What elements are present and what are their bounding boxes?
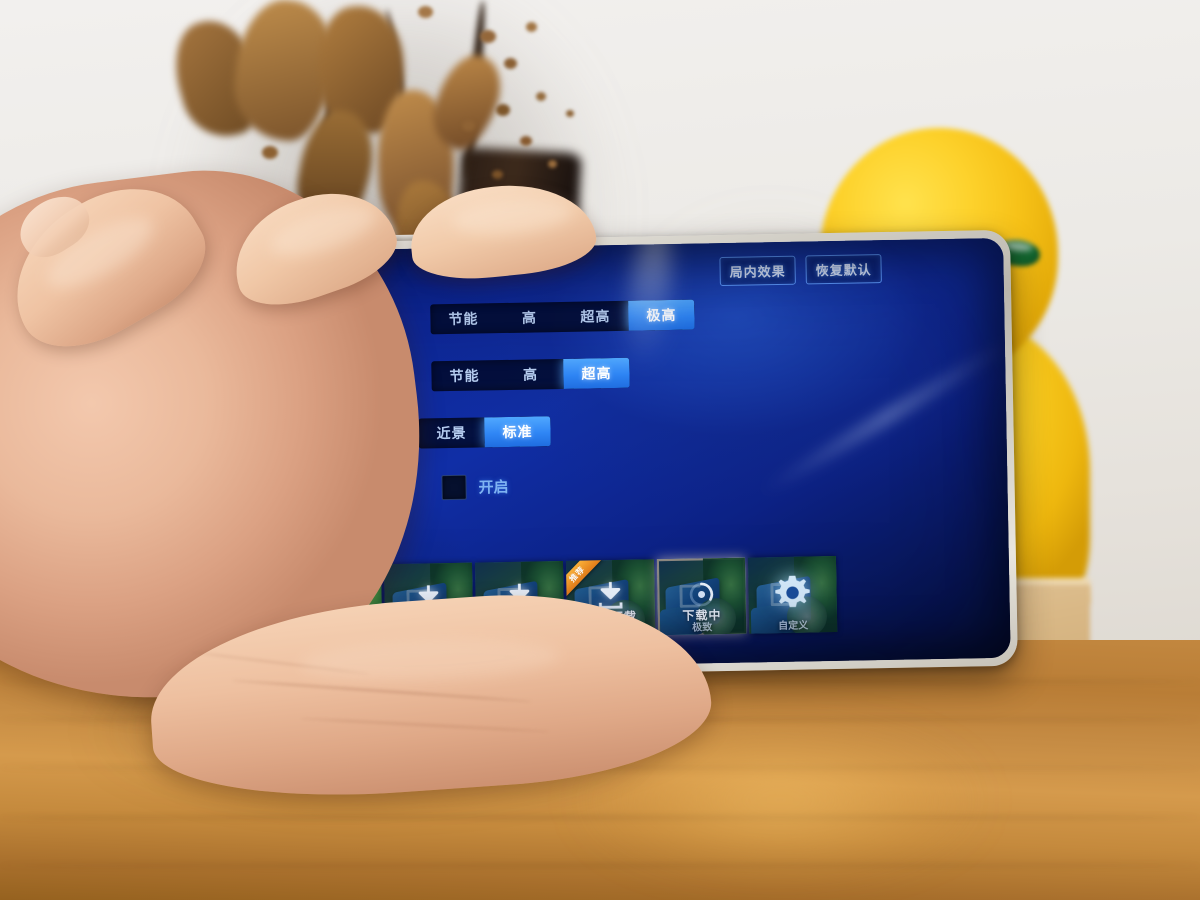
- phone-device: 设置 局内效果 恢复默认 基础 图像 战斗 操作 新 布局 声音 录像 功能/隐…: [104, 229, 1018, 683]
- tile-label: 极致: [692, 622, 713, 634]
- resolution-option-ultra[interactable]: 超高: [563, 357, 630, 389]
- svg-text:?: ?: [357, 485, 363, 494]
- quality-tiles-row: 流畅 置顶下载 均衡 置顶下载 高清 推荐 置顶下载 超清 下载中 极致 自定义: [292, 553, 986, 642]
- download-icon: [598, 581, 623, 609]
- camera-height-option-standard[interactable]: 标准: [484, 416, 551, 448]
- sidebar-item-basic[interactable]: 基础: [130, 310, 241, 355]
- quality-tile-extreme[interactable]: 下载中 极致: [656, 557, 747, 636]
- quality-tile-smooth[interactable]: 流畅: [292, 564, 383, 642]
- sidebar-item-label: 布局: [170, 496, 208, 517]
- sidebar-item-features-privacy[interactable]: 功能/隐私 新: [136, 604, 247, 656]
- settings-content: 帧率 节能 高 超高 极高 分辨率 节能 高 超高 相机高度 近景 标准 抗锯齿…: [288, 294, 986, 665]
- sidebar-item-graphics[interactable]: 图像: [131, 352, 242, 398]
- sidebar-item-label: 战斗: [169, 410, 206, 431]
- framerate-segmented-control: 节能 高 超高 极高: [430, 299, 695, 335]
- phone-screen[interactable]: 设置 局内效果 恢复默认 基础 图像 战斗 操作 新 布局 声音 录像 功能/隐…: [111, 237, 1011, 675]
- new-badge: 新: [214, 434, 243, 464]
- framerate-option-high[interactable]: 高: [496, 302, 563, 333]
- download-icon: [417, 585, 441, 613]
- in-game-effects-button[interactable]: 局内效果: [719, 255, 796, 287]
- sidebar-item-label: 功能/隐私: [156, 625, 226, 644]
- sidebar-item-combat[interactable]: 战斗: [132, 396, 243, 441]
- tile-label: 超清: [601, 623, 622, 636]
- quality-tile-balanced[interactable]: 置顶下载 均衡: [383, 562, 474, 641]
- spinner-icon: [689, 582, 714, 607]
- sidebar-item-label: 录像: [172, 582, 209, 603]
- resolution-option-eco[interactable]: 节能: [431, 360, 498, 391]
- camera-height-segmented-control: 近景 标准: [418, 416, 551, 449]
- gear-icon: [775, 575, 810, 608]
- setting-label: 帧率: [288, 315, 323, 333]
- ui-header: 设置: [164, 267, 267, 299]
- setting-row-antialiasing: 抗锯齿 ? 开启: [291, 465, 983, 503]
- framerate-option-extreme[interactable]: 极高: [628, 299, 695, 331]
- setting-label: 相机高度: [290, 428, 359, 447]
- framerate-option-ultra[interactable]: 超高: [562, 301, 629, 332]
- antialiasing-checkbox-label: 开启: [478, 478, 509, 497]
- quality-tile-hd[interactable]: 置顶下载 高清: [474, 560, 565, 639]
- setting-label-text: 抗锯齿: [291, 483, 343, 502]
- antialiasing-toggle-group: 开启: [441, 474, 509, 501]
- tile-label: 自定义: [778, 620, 809, 633]
- tile-label: 均衡: [419, 627, 440, 639]
- antialiasing-checkbox[interactable]: [441, 474, 467, 501]
- game-settings-ui: 设置 局内效果 恢复默认 基础 图像 战斗 操作 新 布局 声音 录像 功能/隐…: [111, 238, 1011, 674]
- top-action-buttons: 局内效果 恢复默认: [719, 254, 882, 287]
- framerate-option-eco[interactable]: 节能: [430, 303, 497, 334]
- setting-label: 抗锯齿 ?: [291, 476, 409, 502]
- quality-section-title: 画面总质量: [292, 538, 373, 557]
- sidebar-item-sound[interactable]: 声音: [134, 525, 245, 570]
- camera-height-option-close[interactable]: 近景: [418, 417, 485, 448]
- question-mark-icon[interactable]: ?: [351, 481, 368, 498]
- setting-label: 分辨率: [289, 372, 341, 390]
- photo-scene: 设置 局内效果 恢复默认 基础 图像 战斗 操作 新 布局 声音 录像 功能/隐…: [0, 0, 1200, 900]
- resolution-option-high[interactable]: 高: [497, 359, 564, 390]
- setting-row-resolution: 分辨率 节能 高 超高: [289, 351, 981, 394]
- setting-row-camera-height: 相机高度 近景 标准: [290, 408, 982, 451]
- tile-label: 流畅: [328, 628, 349, 641]
- restore-defaults-button[interactable]: 恢复默认: [805, 254, 882, 285]
- setting-row-framerate: 帧率 节能 高 超高 极高: [288, 294, 980, 337]
- sidebar-item-label: 操作: [169, 453, 207, 474]
- page-title: 设置: [223, 273, 267, 296]
- back-arrow-icon[interactable]: [164, 269, 205, 300]
- download-icon: [507, 583, 532, 611]
- tile-label: 高清: [510, 625, 531, 637]
- resolution-segmented-control: 节能 高 超高: [431, 357, 630, 392]
- quality-tile-ultra-hd[interactable]: 推荐 置顶下载 超清: [565, 559, 656, 637]
- sidebar-item-label: 基础: [167, 324, 204, 345]
- quality-tile-custom[interactable]: 自定义: [747, 555, 838, 634]
- sidebar-item-label: 声音: [171, 539, 208, 560]
